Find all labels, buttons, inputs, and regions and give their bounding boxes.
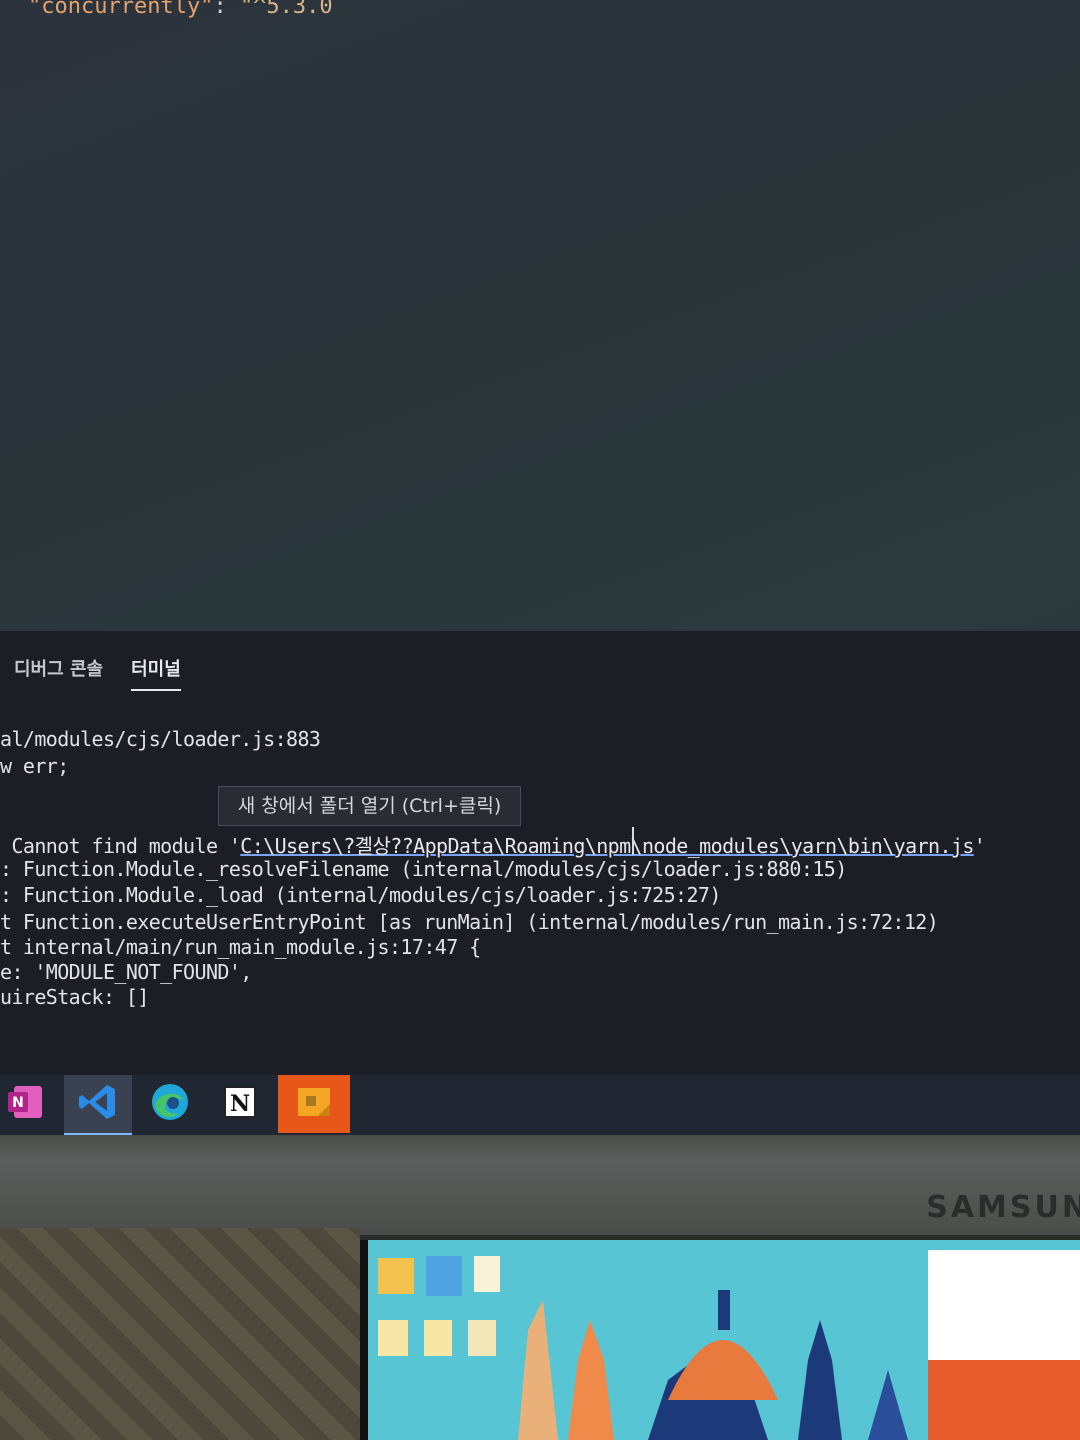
vscode-icon xyxy=(77,1081,119,1127)
terminal-line: w err; xyxy=(0,754,69,778)
code-line: "concurrently": "^5.3.0 xyxy=(28,0,333,19)
laptop-desktop-wallpaper xyxy=(368,1240,1080,1440)
terminal-line: : Function.Module._resolveFilename (inte… xyxy=(0,857,847,881)
terminal-line: uireStack: [] xyxy=(0,985,149,1009)
terminal-line: t internal/main/run_main_module.js:17:47… xyxy=(0,935,481,959)
terminal-line: t Function.executeUserEntryPoint [as run… xyxy=(0,910,939,934)
monitor-screen: "concurrently": "^5.3.0 디버그 콘솔 터미널 al/mo… xyxy=(0,0,1080,1135)
json-value: "^5.3.0 xyxy=(239,0,333,19)
terminal-line: al/modules/cjs/loader.js:883 xyxy=(0,727,321,751)
taskbar-edge[interactable] xyxy=(136,1075,204,1133)
error-suffix: ' xyxy=(973,834,986,858)
taskbar-sticky-notes[interactable] xyxy=(278,1075,350,1133)
link-tooltip: 새 창에서 폴더 열기 (Ctrl+클릭) xyxy=(218,786,521,826)
code-editor[interactable]: "concurrently": "^5.3.0 xyxy=(0,0,1080,630)
brand-logo: SAMSUN xyxy=(926,1190,1080,1225)
json-separator: : xyxy=(213,0,240,19)
panel-tabs: 디버그 콘솔 터미널 xyxy=(14,655,181,691)
json-key: "concurrently" xyxy=(28,0,214,19)
taskbar-vscode[interactable] xyxy=(64,1075,132,1135)
wallpaper-background xyxy=(0,1228,360,1440)
terminal-line: : Function.Module._load (internal/module… xyxy=(0,883,721,907)
city-illustration xyxy=(368,1240,1080,1440)
tab-terminal[interactable]: 터미널 xyxy=(131,655,181,691)
sticky-notes-icon xyxy=(294,1082,334,1126)
notion-icon: N xyxy=(221,1083,259,1125)
onenote-icon: N xyxy=(6,1082,46,1126)
bottom-panel: 디버그 콘솔 터미널 al/modules/cjs/loader.js:883 … xyxy=(0,630,1080,1076)
tab-debug-console[interactable]: 디버그 콘솔 xyxy=(14,655,103,691)
taskbar-notion[interactable]: N xyxy=(206,1075,274,1133)
terminal-line: e: 'MODULE_NOT_FOUND', xyxy=(0,960,252,984)
svg-text:N: N xyxy=(230,1091,250,1117)
taskbar: N N xyxy=(0,1075,1080,1135)
monitor-bezel: SAMSUN xyxy=(0,1135,1080,1235)
text-cursor-icon xyxy=(632,827,637,855)
laptop-screen xyxy=(360,1240,1080,1440)
taskbar-onenote[interactable]: N xyxy=(0,1075,60,1133)
svg-text:N: N xyxy=(12,1095,24,1111)
module-path-link[interactable]: C:\Users\?곌상??AppData\Roaming\npm\node_m… xyxy=(240,834,974,858)
error-prefix: Cannot find module ' xyxy=(0,834,241,858)
edge-icon xyxy=(149,1081,191,1127)
terminal-error-line: Cannot find module 'C:\Users\?곌상??AppDat… xyxy=(0,830,985,859)
